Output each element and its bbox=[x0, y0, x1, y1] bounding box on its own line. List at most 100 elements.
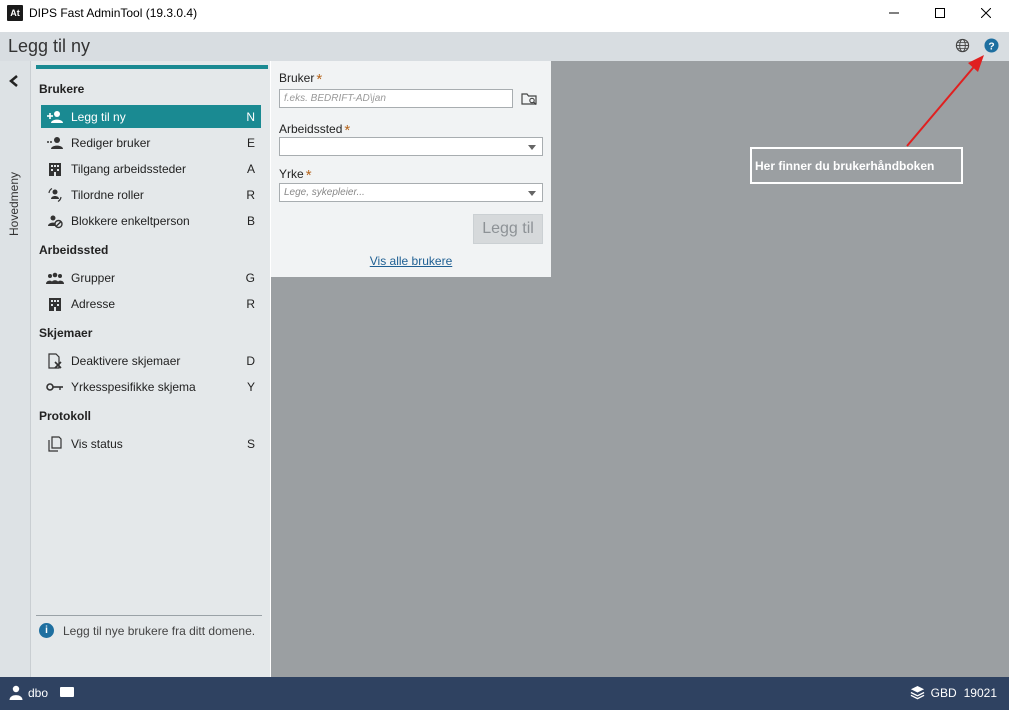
shortcut-key: G bbox=[245, 270, 255, 285]
info-icon: i bbox=[39, 623, 54, 638]
nav-item-label: Adresse bbox=[71, 296, 116, 311]
nav-item-grupper[interactable]: Grupper G bbox=[41, 266, 261, 289]
language-button[interactable] bbox=[954, 37, 970, 53]
user-label-text: Bruker bbox=[279, 71, 315, 85]
section-title-brukere: Brukere bbox=[39, 82, 85, 96]
browse-directory-button[interactable] bbox=[521, 91, 539, 107]
workplace-select[interactable] bbox=[279, 137, 543, 156]
edit-user-icon bbox=[46, 134, 64, 152]
layers-icon bbox=[910, 685, 924, 700]
page-header: Legg til ny ? bbox=[0, 32, 1009, 61]
nav-item-label: Tilordne roller bbox=[71, 187, 144, 202]
window-title: DIPS Fast AdminTool (19.3.0.4) bbox=[29, 6, 198, 20]
group-icon bbox=[46, 269, 64, 287]
nav-item-label: Rediger bruker bbox=[71, 135, 151, 150]
close-icon bbox=[981, 8, 991, 18]
message-icon[interactable] bbox=[60, 687, 74, 697]
profession-select-placeholder: Lege, sykepleier... bbox=[284, 187, 365, 198]
app-logo-icon: At bbox=[7, 5, 23, 21]
block-person-icon bbox=[46, 212, 64, 230]
collapse-button[interactable] bbox=[8, 74, 20, 91]
main-menu-label[interactable]: Hovedmeny bbox=[7, 172, 21, 236]
key-icon bbox=[46, 378, 64, 396]
workplace-field-label: Arbeidssted * bbox=[279, 120, 350, 139]
chevron-down-icon bbox=[528, 145, 536, 150]
shortcut-key: E bbox=[246, 135, 255, 150]
window-controls bbox=[871, 0, 1009, 26]
svg-text:?: ? bbox=[988, 41, 994, 52]
profession-label-text: Yrke bbox=[279, 167, 304, 181]
status-bar: dbo GBD 19021 bbox=[0, 677, 1009, 710]
shortcut-key: D bbox=[246, 353, 255, 368]
nav-item-deaktivere-skjemaer[interactable]: Deaktivere skjemaer D bbox=[41, 349, 261, 372]
minimize-button[interactable] bbox=[871, 0, 917, 26]
profession-select[interactable]: Lege, sykepleier... bbox=[279, 183, 543, 202]
document-icon bbox=[46, 435, 64, 453]
annotation-callout: Her finner du brukerhåndboken bbox=[750, 147, 963, 184]
help-button[interactable]: ? bbox=[983, 37, 999, 53]
divider bbox=[36, 615, 262, 616]
shortcut-key: N bbox=[246, 109, 255, 124]
user-name: dbo bbox=[28, 685, 49, 700]
maximize-button[interactable] bbox=[917, 0, 963, 26]
shortcut-key: S bbox=[246, 436, 255, 451]
profession-field-label: Yrke * bbox=[279, 165, 312, 184]
shortcut-key: R bbox=[246, 296, 255, 311]
nav-item-legg-til-ny[interactable]: Legg til ny N bbox=[41, 105, 261, 128]
nav-item-vis-status[interactable]: Vis status S bbox=[41, 432, 261, 455]
nav-item-label: Yrkesspesifikke skjema bbox=[71, 379, 196, 394]
assign-roles-icon bbox=[46, 186, 64, 204]
info-text: Legg til nye brukere fra ditt domene. bbox=[63, 623, 256, 638]
workplace-label-text: Arbeidssted bbox=[279, 122, 343, 136]
nav-item-yrkesspesifikke-skjema[interactable]: Yrkesspesifikke skjema Y bbox=[41, 375, 261, 398]
show-all-users-link[interactable]: Vis alle brukere bbox=[271, 254, 551, 268]
chevron-down-icon bbox=[528, 191, 536, 196]
globe-icon bbox=[955, 38, 969, 52]
nav-item-label: Tilgang arbeidssteder bbox=[71, 161, 186, 176]
building-icon bbox=[46, 295, 64, 313]
shortcut-key: B bbox=[246, 213, 255, 228]
nav-accent-bar bbox=[36, 65, 268, 69]
user-input[interactable] bbox=[279, 89, 513, 108]
user-icon bbox=[9, 685, 23, 700]
required-mark: * bbox=[316, 71, 323, 88]
shortcut-key: Y bbox=[246, 379, 255, 394]
navigation-panel: Brukere Legg til ny N Rediger bruker E T… bbox=[31, 61, 270, 677]
shortcut-key: R bbox=[246, 187, 255, 202]
add-user-form: Bruker* Arbeidssted* Yrke* Lege, sykeple… bbox=[271, 61, 551, 277]
main-menu-rail: Hovedmeny bbox=[0, 61, 31, 677]
nav-item-label: Grupper bbox=[71, 270, 116, 285]
minimize-icon bbox=[889, 12, 899, 14]
database-info: GBD 19021 bbox=[910, 685, 997, 700]
building-icon bbox=[46, 160, 64, 178]
database-name: GBD bbox=[930, 685, 957, 700]
nav-item-adresse[interactable]: Adresse R bbox=[41, 292, 261, 315]
section-title-protokoll: Protokoll bbox=[39, 409, 92, 423]
nav-item-label: Legg til ny bbox=[71, 109, 126, 124]
chevron-left-icon bbox=[9, 75, 18, 87]
current-user[interactable]: dbo bbox=[9, 685, 48, 700]
folder-search-icon bbox=[521, 93, 537, 105]
database-number: 19021 bbox=[963, 685, 997, 700]
help-icon: ? bbox=[983, 37, 999, 53]
header-actions: ? bbox=[954, 37, 999, 53]
nav-item-tilgang-arbeidssteder[interactable]: Tilgang arbeidssteder A bbox=[41, 157, 261, 180]
nav-item-tilordne-roller[interactable]: Tilordne roller R bbox=[41, 183, 261, 206]
nav-item-blokkere-enkeltperson[interactable]: Blokkere enkeltperson B bbox=[41, 209, 261, 232]
maximize-icon bbox=[935, 8, 945, 18]
nav-item-label: Deaktivere skjemaer bbox=[71, 353, 181, 368]
window-titlebar: At DIPS Fast AdminTool (19.3.0.4) bbox=[0, 0, 1009, 26]
deactivate-form-icon bbox=[46, 352, 64, 370]
info-message: i Legg til nye brukere fra ditt domene. bbox=[39, 623, 255, 638]
shortcut-key: A bbox=[246, 161, 255, 176]
required-mark: * bbox=[305, 167, 312, 184]
nav-item-label: Vis status bbox=[71, 436, 123, 451]
page-title: Legg til ny bbox=[8, 36, 91, 56]
nav-item-rediger-bruker[interactable]: Rediger bruker E bbox=[41, 131, 261, 154]
section-title-skjemaer: Skjemaer bbox=[39, 326, 93, 340]
nav-item-label: Blokkere enkeltperson bbox=[71, 213, 190, 228]
user-field-label: Bruker * bbox=[279, 69, 323, 88]
close-button[interactable] bbox=[963, 0, 1009, 26]
add-button[interactable]: Legg til bbox=[473, 214, 543, 244]
add-user-icon bbox=[46, 108, 64, 126]
